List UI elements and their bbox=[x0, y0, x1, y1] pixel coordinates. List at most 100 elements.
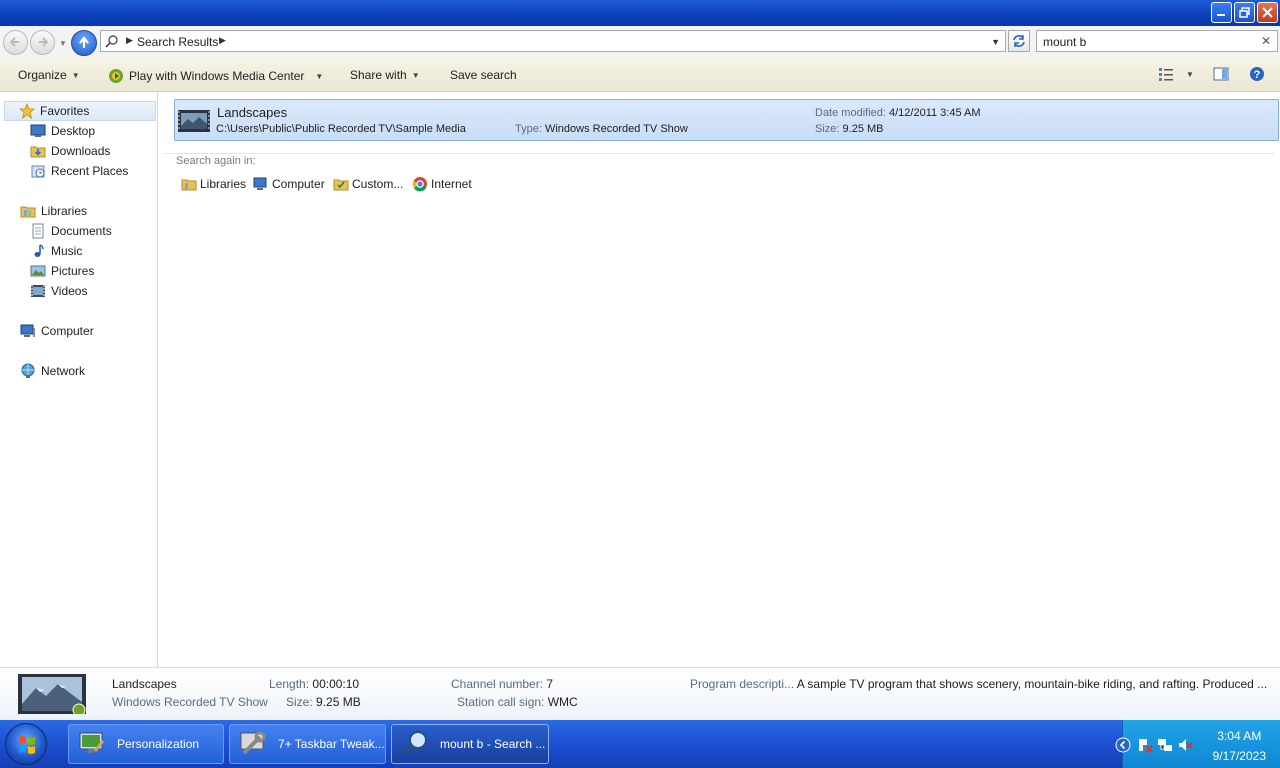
notification-area: 3:04 AM 9/17/2023 bbox=[1115, 720, 1280, 768]
clear-search-icon[interactable]: ✕ bbox=[1261, 34, 1271, 48]
personalization-icon bbox=[79, 732, 105, 753]
chevron-down-icon: ▼ bbox=[411, 70, 420, 80]
result-path: C:\Users\Public\Public Recorded TV\Sampl… bbox=[216, 123, 466, 135]
up-button[interactable] bbox=[71, 30, 97, 56]
start-button[interactable] bbox=[5, 723, 47, 765]
back-button[interactable] bbox=[3, 30, 28, 55]
address-bar[interactable]: ▶ Search Results ▶ ▼ bbox=[100, 30, 1006, 52]
recorded-tv-icon bbox=[178, 110, 210, 132]
result-date-modified: Date modified: 4/12/2011 3:45 AM bbox=[815, 107, 981, 119]
help-button[interactable]: ? bbox=[1249, 66, 1265, 82]
details-channel-number: Channel number: 7 bbox=[451, 677, 554, 691]
sidebar-item-desktop[interactable]: Desktop bbox=[30, 122, 95, 140]
search-again-label: Libraries bbox=[200, 177, 247, 191]
clock-date: 9/17/2023 bbox=[1212, 749, 1266, 763]
details-name: Landscapes bbox=[112, 677, 177, 691]
sidebar-item-favorites[interactable]: Favorites bbox=[4, 101, 156, 121]
breadcrumb-separator[interactable]: ▶ bbox=[126, 35, 133, 46]
taskbar-item-taskbar-tweaker[interactable]: 7+ Taskbar Tweak... bbox=[229, 724, 386, 764]
file-list: Landscapes C:\Users\Public\Public Record… bbox=[159, 92, 1280, 667]
search-again-libraries[interactable]: Libraries bbox=[181, 176, 246, 192]
list-item[interactable]: Landscapes C:\Users\Public\Public Record… bbox=[174, 99, 1279, 141]
sidebar-item-label: Documents bbox=[51, 224, 112, 238]
sidebar-item-downloads[interactable]: Downloads bbox=[30, 142, 110, 160]
network-status-icon[interactable] bbox=[1157, 737, 1173, 753]
windows-media-center-icon bbox=[109, 69, 123, 83]
sidebar-item-music[interactable]: Music bbox=[30, 242, 82, 260]
search-again-heading: Search again in: bbox=[176, 155, 256, 167]
breadcrumb-search-results[interactable]: Search Results bbox=[137, 35, 218, 49]
task-label: Personalization bbox=[117, 737, 200, 751]
save-search-button[interactable]: Save search bbox=[450, 68, 517, 82]
sidebar-item-pictures[interactable]: Pictures bbox=[30, 262, 94, 280]
taskbar: Personalization 7+ Taskbar Tweak... moun… bbox=[0, 720, 1280, 768]
downloads-folder-icon bbox=[30, 143, 46, 159]
minimize-button[interactable] bbox=[1211, 2, 1232, 23]
minimize-icon bbox=[1217, 14, 1225, 16]
close-button[interactable] bbox=[1257, 2, 1278, 23]
music-icon bbox=[30, 243, 46, 259]
sidebar-item-recent-places[interactable]: Recent Places bbox=[30, 162, 128, 180]
restore-button[interactable] bbox=[1234, 2, 1255, 23]
details-pane: Landscapes Windows Recorded TV Show Leng… bbox=[0, 667, 1280, 720]
search-again-internet[interactable]: Internet bbox=[412, 176, 472, 192]
up-arrow-icon bbox=[79, 36, 89, 48]
network-icon bbox=[20, 363, 36, 379]
details-type: Windows Recorded TV Show bbox=[112, 695, 268, 709]
details-length: Length: 00:00:10 bbox=[269, 677, 360, 691]
star-icon bbox=[19, 103, 35, 119]
details-size: Size: 9.25 MB bbox=[286, 695, 361, 709]
clock[interactable]: 3:04 AM 9/17/2023 bbox=[1213, 726, 1266, 766]
breadcrumb-separator[interactable]: ▶ bbox=[219, 35, 226, 46]
help-icon: ? bbox=[1250, 67, 1264, 81]
computer-icon bbox=[253, 177, 267, 190]
sidebar-item-libraries[interactable]: Libraries bbox=[20, 202, 87, 220]
organize-label: Organize bbox=[18, 68, 67, 82]
forward-button[interactable] bbox=[30, 30, 55, 55]
taskbar-item-search[interactable]: mount b - Search ... bbox=[391, 724, 549, 764]
computer-icon bbox=[20, 323, 36, 339]
windows-logo-icon bbox=[19, 736, 35, 754]
details-station-call-sign: Station call sign: WMC bbox=[457, 695, 578, 709]
recent-places-icon bbox=[30, 163, 46, 179]
action-center-icon[interactable] bbox=[1137, 737, 1153, 753]
preview-pane-button[interactable] bbox=[1213, 66, 1229, 82]
sidebar-item-label: Recent Places bbox=[51, 164, 129, 178]
search-magnifier-icon bbox=[402, 731, 427, 757]
restore-icon bbox=[1239, 7, 1250, 18]
play-wmc-button[interactable]: Play with Windows Media Center ▼ bbox=[108, 68, 323, 84]
show-hidden-icons-icon[interactable] bbox=[1115, 737, 1131, 753]
sidebar-item-label: Pictures bbox=[51, 264, 95, 278]
play-wmc-label: Play with Windows Media Center bbox=[129, 69, 305, 83]
share-with-button[interactable]: Share with ▼ bbox=[350, 68, 420, 82]
sidebar-item-network[interactable]: Network bbox=[20, 362, 85, 380]
recent-pages-dropdown[interactable]: ▼ bbox=[59, 39, 67, 48]
video-thumbnail bbox=[18, 674, 86, 714]
back-arrow-icon bbox=[9, 37, 19, 47]
search-input[interactable]: mount b ✕ bbox=[1036, 30, 1278, 52]
volume-muted-icon[interactable] bbox=[1177, 737, 1193, 753]
organize-button[interactable]: Organize ▼ bbox=[18, 68, 80, 82]
taskbar-item-personalization[interactable]: Personalization bbox=[68, 724, 224, 764]
search-icon bbox=[105, 35, 118, 48]
search-again-computer[interactable]: Computer bbox=[253, 176, 325, 192]
chevron-down-icon[interactable]: ▼ bbox=[1186, 70, 1194, 79]
sidebar-item-documents[interactable]: Documents bbox=[30, 222, 112, 240]
change-view-button[interactable]: ▼ bbox=[1158, 66, 1194, 82]
search-again-label: Custom... bbox=[352, 177, 404, 191]
address-dropdown[interactable]: ▼ bbox=[991, 37, 1000, 47]
save-search-label: Save search bbox=[450, 68, 517, 82]
command-bar: Organize ▼ Play with Windows Media Center… bbox=[0, 58, 1280, 92]
chevron-down-icon: ▼ bbox=[71, 70, 80, 80]
sidebar-item-label: Favorites bbox=[40, 104, 90, 118]
task-label: mount b - Search ... bbox=[440, 737, 546, 751]
sidebar-item-label: Desktop bbox=[51, 124, 96, 138]
sidebar-item-computer[interactable]: Computer bbox=[20, 322, 94, 340]
search-again-custom[interactable]: Custom... bbox=[333, 176, 403, 192]
sidebar-item-label: Network bbox=[41, 364, 86, 378]
sidebar-item-videos[interactable]: Videos bbox=[30, 282, 87, 300]
desktop-icon bbox=[30, 123, 46, 139]
refresh-button[interactable] bbox=[1008, 30, 1030, 52]
window-controls bbox=[1211, 2, 1278, 23]
search-query[interactable]: mount b bbox=[1043, 35, 1086, 49]
